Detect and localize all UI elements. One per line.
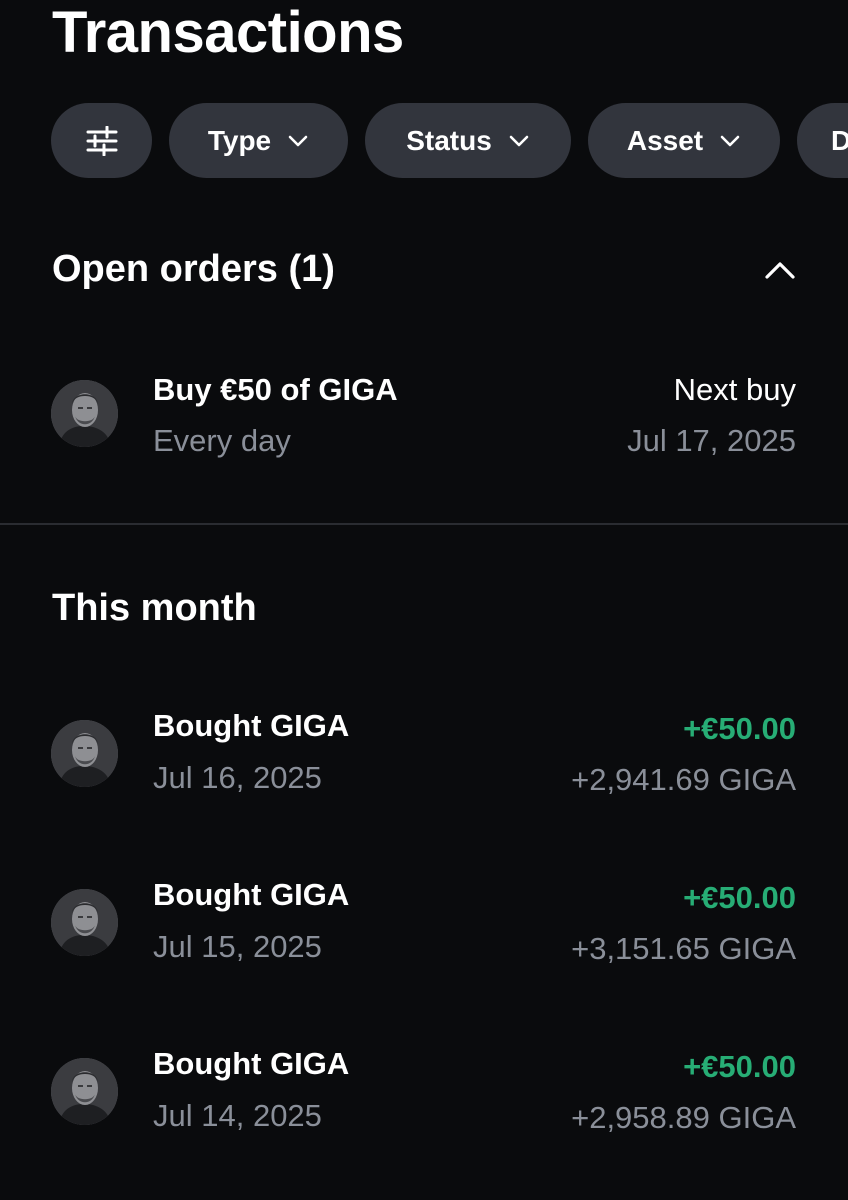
transaction-quantity: +2,958.89 GIGA	[571, 1100, 796, 1135]
giga-chad-avatar-icon	[51, 720, 118, 787]
transaction-row[interactable]: Bought GIGA Jul 16, 2025 +€50.00 +2,941.…	[0, 700, 848, 810]
transaction-row[interactable]: Bought GIGA Jul 14, 2025 +€50.00 +2,958.…	[0, 1038, 848, 1148]
filter-type-label: Type	[207, 124, 272, 156]
chevron-up-icon	[765, 262, 795, 279]
next-buy-label: Next buy	[673, 372, 796, 407]
transaction-quantity: +3,151.65 GIGA	[571, 931, 796, 966]
open-order-row[interactable]: Buy €50 of GIGA Every day Next buy Jul 1…	[0, 360, 848, 470]
open-order-frequency: Every day	[153, 423, 291, 458]
section-divider	[0, 523, 848, 525]
filter-settings-button[interactable]	[51, 103, 152, 178]
transaction-amount: +€50.00	[683, 1049, 796, 1084]
transaction-date: Jul 15, 2025	[153, 929, 322, 964]
filter-type-chip[interactable]: Type	[169, 103, 348, 178]
transaction-title: Bought GIGA	[153, 877, 350, 912]
giga-chad-avatar-icon	[51, 380, 118, 447]
open-orders-heading: Open orders (1)	[52, 248, 335, 290]
filter-asset-label: Asset	[626, 124, 704, 156]
filter-status-label: Status	[406, 124, 492, 156]
transaction-date: Jul 16, 2025	[153, 760, 322, 795]
transaction-quantity: +2,941.69 GIGA	[571, 762, 796, 797]
this-month-heading: This month	[52, 587, 257, 629]
chevron-down-icon	[509, 135, 529, 146]
filter-status-chip[interactable]: Status	[365, 103, 571, 178]
collapse-open-orders-button[interactable]	[760, 252, 800, 288]
giga-chad-avatar-icon	[51, 889, 118, 956]
chevron-down-icon	[288, 135, 308, 146]
open-order-title: Buy €50 of GIGA	[153, 372, 398, 407]
transaction-title: Bought GIGA	[153, 1046, 350, 1081]
filter-date-chip[interactable]: D	[797, 103, 848, 178]
chevron-down-icon	[720, 135, 740, 146]
transaction-row[interactable]: Bought GIGA Jul 15, 2025 +€50.00 +3,151.…	[0, 869, 848, 979]
sliders-icon	[86, 125, 117, 156]
page-title: Transactions	[52, 0, 404, 65]
filter-asset-chip[interactable]: Asset	[588, 103, 780, 178]
filter-date-label: D	[831, 124, 848, 156]
transaction-date: Jul 14, 2025	[153, 1098, 322, 1133]
filter-bar: Type Status Asset D	[51, 103, 848, 178]
transaction-title: Bought GIGA	[153, 708, 350, 743]
transaction-amount: +€50.00	[683, 880, 796, 915]
next-buy-date: Jul 17, 2025	[627, 423, 796, 458]
transaction-amount: +€50.00	[683, 711, 796, 746]
giga-chad-avatar-icon	[51, 1058, 118, 1125]
